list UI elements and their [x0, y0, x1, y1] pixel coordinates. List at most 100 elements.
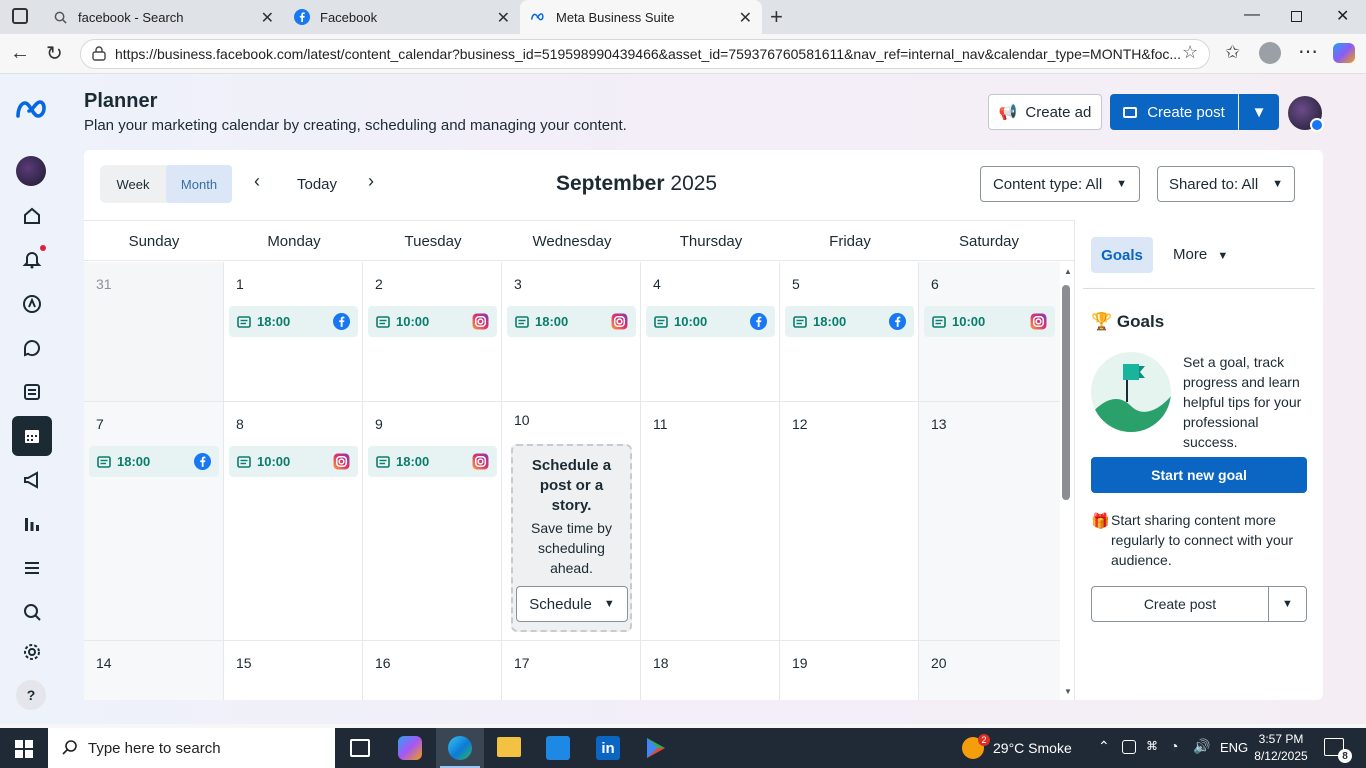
goals-tab[interactable]: Goals — [1091, 237, 1153, 273]
tab-facebook[interactable]: Facebook ✕ — [284, 0, 520, 34]
scheduled-post[interactable]: 10:00 — [229, 446, 358, 477]
play-store-icon[interactable] — [645, 736, 667, 763]
task-view-icon[interactable] — [350, 739, 370, 757]
shared-to-filter[interactable]: Shared to: All ▼ — [1157, 166, 1295, 202]
calendar-day-cell[interactable]: 5 18:00 — [780, 262, 919, 402]
wifi-icon[interactable]: ◔ — [1170, 738, 1178, 754]
calendar-day-cell[interactable]: 12 — [780, 402, 919, 641]
tab-search[interactable]: facebook - Search ✕ — [42, 0, 284, 34]
prev-month-icon[interactable]: ‹ — [254, 171, 260, 192]
scheduled-post[interactable]: 18:00 — [89, 446, 219, 477]
notifications-icon[interactable] — [12, 239, 52, 279]
maximize-icon[interactable] — [1291, 11, 1302, 22]
close-tab-icon[interactable]: ✕ — [261, 8, 274, 28]
copilot-taskbar-icon[interactable] — [398, 736, 422, 760]
all-tools-icon[interactable] — [12, 548, 52, 588]
more-menu-icon[interactable]: ⋯ — [1298, 39, 1318, 64]
scheduled-post[interactable]: 18:00 — [368, 446, 497, 477]
favorite-star-icon[interactable]: ☆ — [1182, 42, 1198, 63]
chevron-up-icon[interactable]: ⌃ — [1098, 738, 1110, 755]
close-tab-icon[interactable]: ✕ — [739, 8, 752, 28]
schedule-button[interactable]: Schedule ▼ — [516, 586, 628, 622]
calendar-day-cell[interactable]: 17 — [502, 641, 641, 700]
refresh-icon[interactable]: ↻ — [46, 41, 63, 66]
calendar-day-cell[interactable]: 10 Schedule a post or a story. Save time b… — [502, 402, 641, 641]
clock[interactable]: 3:57 PM 8/12/2025 — [1252, 731, 1310, 765]
store-icon[interactable] — [546, 736, 570, 760]
close-tab-icon[interactable]: ✕ — [497, 8, 510, 28]
planner-icon[interactable] — [12, 416, 52, 456]
scroll-up-icon[interactable]: ▲ — [1064, 267, 1072, 276]
input-indicator-icon[interactable]: ⌘ — [1146, 739, 1158, 753]
linkedin-icon[interactable]: in — [596, 736, 620, 760]
page-avatar[interactable] — [1288, 96, 1324, 132]
site-info-icon[interactable] — [91, 46, 107, 65]
search-icon[interactable] — [12, 592, 52, 632]
taskbar-search-box[interactable]: Type here to search — [48, 728, 335, 768]
calendar-day-cell[interactable]: 8 10:00 — [224, 402, 363, 641]
create-post-button[interactable]: Create post — [1110, 94, 1238, 130]
calendar-day-cell[interactable]: 16 — [363, 641, 502, 700]
scheduled-post[interactable]: 10:00 — [924, 306, 1055, 337]
start-new-goal-button[interactable]: Start new goal — [1091, 457, 1307, 493]
calendar-day-cell[interactable]: 19 — [780, 641, 919, 700]
sidebar-toggle-icon[interactable] — [12, 8, 28, 24]
calendar-day-cell[interactable]: 4 10:00 — [641, 262, 780, 402]
today-button[interactable]: Today — [297, 176, 337, 193]
minimize-icon[interactable]: — — [1244, 6, 1260, 24]
side-create-post-button[interactable]: Create post — [1091, 586, 1269, 622]
scroll-down-icon[interactable]: ▼ — [1064, 687, 1072, 696]
calendar-day-cell[interactable]: 11 — [641, 402, 780, 641]
more-tab[interactable]: More ▼ — [1173, 246, 1228, 263]
content-type-filter[interactable]: Content type: All ▼ — [980, 166, 1140, 202]
notification-center-icon[interactable]: 8 — [1324, 738, 1352, 763]
settings-icon[interactable] — [12, 632, 52, 672]
scheduled-post[interactable]: 18:00 — [507, 306, 636, 337]
calendar-day-cell[interactable]: 1 18:00 — [224, 262, 363, 402]
scheduled-post[interactable]: 10:00 — [368, 306, 497, 337]
insights-icon[interactable] — [12, 504, 52, 544]
file-explorer-icon[interactable] — [497, 737, 521, 757]
content-icon[interactable] — [12, 372, 52, 412]
windows-start-icon[interactable] — [15, 740, 33, 761]
ads-icon[interactable] — [12, 284, 52, 324]
close-window-icon[interactable]: ✕ — [1336, 6, 1349, 26]
url-field[interactable]: https://business.facebook.com/latest/con… — [80, 39, 1210, 69]
calendar-day-cell[interactable]: 15 — [224, 641, 363, 700]
calendar-day-cell[interactable]: 6 10:00 — [919, 262, 1060, 402]
calendar-day-cell[interactable]: 2 10:00 — [363, 262, 502, 402]
home-icon[interactable] — [12, 196, 52, 236]
create-post-dropdown[interactable]: ▼ — [1239, 94, 1279, 130]
calendar-day-cell[interactable]: 13 — [919, 402, 1060, 641]
tab-meta-business-suite[interactable]: Meta Business Suite ✕ — [520, 0, 762, 34]
scheduled-post[interactable]: 10:00 — [646, 306, 775, 337]
weather-icon[interactable]: 2 — [962, 734, 990, 759]
calendar-day-cell[interactable]: 18 — [641, 641, 780, 700]
help-icon[interactable]: ? — [16, 680, 46, 710]
calendar-day-cell[interactable]: 14 — [84, 641, 224, 700]
create-ad-button[interactable]: 📢 Create ad — [988, 94, 1102, 130]
meta-logo-icon[interactable] — [14, 98, 50, 125]
profile-avatar[interactable] — [1259, 42, 1281, 64]
edge-taskbar-button[interactable] — [436, 728, 484, 768]
megaphone-icon[interactable] — [12, 460, 52, 500]
month-view-button[interactable]: Month — [166, 165, 232, 203]
language-indicator[interactable]: ENG — [1220, 740, 1248, 755]
side-create-post-dropdown[interactable]: ▼ — [1268, 586, 1307, 622]
week-view-button[interactable]: Week — [100, 165, 166, 203]
account-avatar[interactable] — [16, 156, 46, 186]
calendar-day-cell[interactable]: 9 18:00 — [363, 402, 502, 641]
back-icon[interactable]: ← — [10, 42, 30, 65]
scheduled-post[interactable]: 18:00 — [229, 306, 358, 337]
favorites-icon[interactable]: ✩ — [1225, 42, 1240, 63]
scrollbar-thumb[interactable] — [1062, 285, 1070, 500]
next-month-icon[interactable]: › — [368, 171, 374, 192]
volume-icon[interactable]: 🔊 — [1193, 738, 1210, 755]
calendar-day-cell[interactable]: 3 18:00 — [502, 262, 641, 402]
copilot-icon[interactable] — [1333, 43, 1355, 63]
calendar-day-cell[interactable]: 20 — [919, 641, 1060, 700]
calendar-day-cell[interactable]: 31 — [84, 262, 224, 402]
scheduled-post[interactable]: 18:00 — [785, 306, 914, 337]
inbox-icon[interactable] — [12, 328, 52, 368]
calendar-day-cell[interactable]: 7 18:00 — [84, 402, 224, 641]
